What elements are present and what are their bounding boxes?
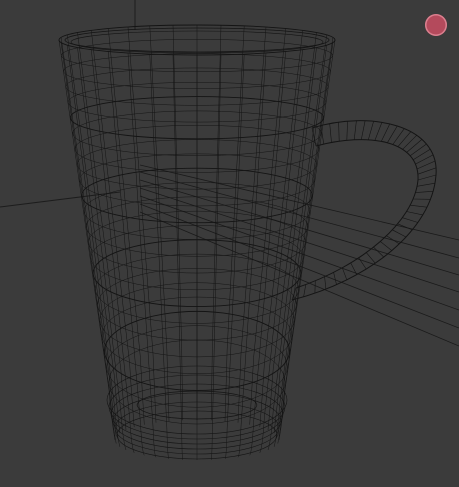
wireframe-scene[interactable] <box>0 0 459 487</box>
record-icon[interactable] <box>425 14 447 36</box>
mug-mesh[interactable] <box>58 24 437 461</box>
3d-viewport[interactable] <box>0 0 459 487</box>
